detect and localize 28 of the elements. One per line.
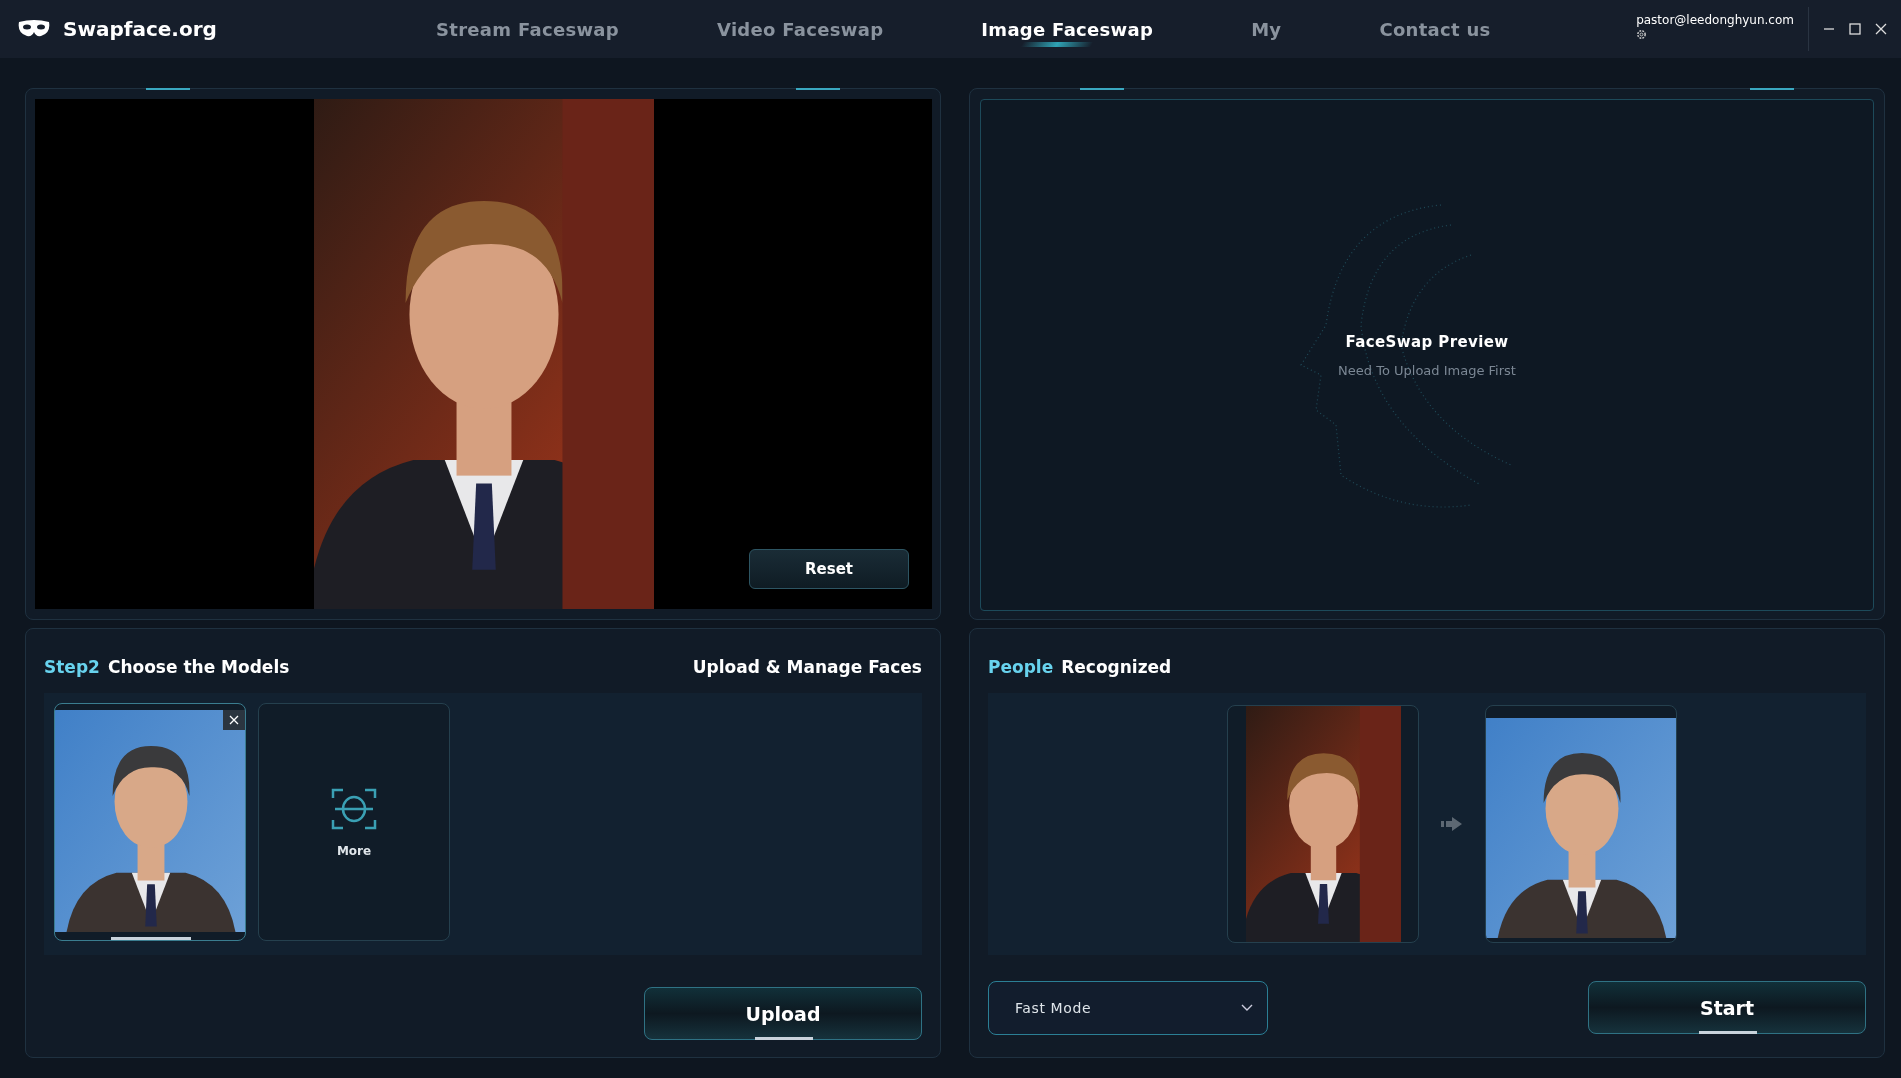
face-scan-icon [331, 786, 377, 832]
mode-dropdown[interactable]: Fast Mode [988, 981, 1268, 1035]
start-button[interactable]: Start [1588, 981, 1866, 1034]
preview-message: Need To Upload Image First [1338, 362, 1516, 378]
manage-faces-link[interactable]: Upload & Manage Faces [692, 657, 922, 677]
mask-icon [17, 19, 51, 39]
preview-title: FaceSwap Preview [1345, 332, 1509, 351]
close-icon[interactable] [223, 710, 245, 730]
chevron-icon [1241, 1004, 1253, 1012]
nav-tab[interactable]: My [1247, 18, 1286, 47]
section-label: People [988, 657, 1054, 677]
more-card[interactable]: More [258, 703, 450, 941]
panel-title: Choose the Models [107, 657, 290, 677]
reset-button[interactable]: Reset [749, 549, 909, 589]
more-label: More [336, 844, 372, 858]
step-label: Step2 [44, 657, 100, 677]
nav-tab[interactable]: Image Faceswap [977, 18, 1158, 47]
nav-tab[interactable]: Stream Faceswap [432, 18, 623, 47]
close-icon[interactable] [1875, 23, 1887, 35]
nav-tab[interactable]: Video Faceswap [712, 18, 888, 47]
arrow-icon [1441, 816, 1463, 832]
upload-button[interactable]: Upload [644, 987, 922, 1040]
nav-tab[interactable]: Contact us [1375, 18, 1495, 47]
app-name: Swapface.org [63, 17, 217, 41]
settings-icon[interactable] [1636, 28, 1648, 40]
maximize-icon[interactable] [1849, 23, 1861, 35]
panel-title: Recognized [1061, 657, 1172, 677]
account-email: pastor@leedonghyun.com [1636, 12, 1794, 27]
